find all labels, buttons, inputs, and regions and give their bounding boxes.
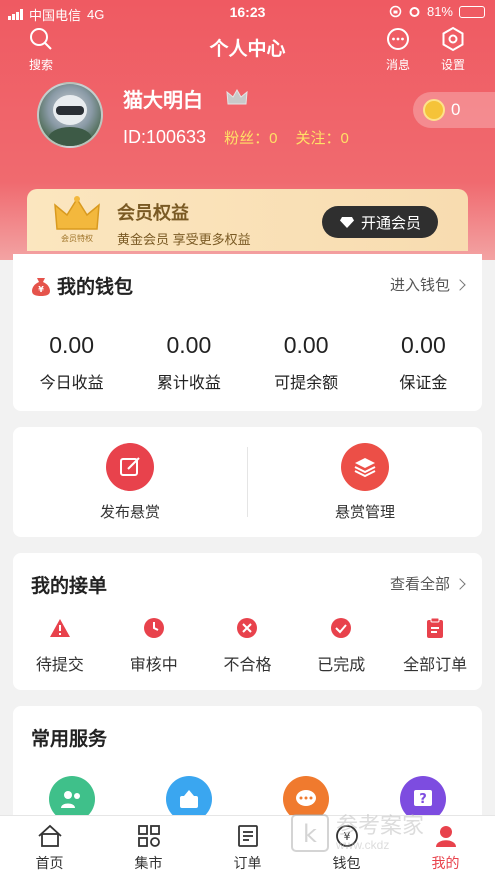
wallet-stat-today[interactable]: 0.00 今日收益 bbox=[13, 332, 130, 393]
wallet-stat-withdrawable[interactable]: 0.00 可提余额 bbox=[248, 332, 365, 393]
gear-icon bbox=[442, 26, 464, 52]
coin-balance: 0 bbox=[451, 100, 461, 119]
message-label: 消息 bbox=[385, 58, 410, 72]
profile-summary: 猫大明白 ID:100633 粉丝： 0 关注： 0 0 bbox=[0, 82, 495, 162]
publish-bounty-button[interactable]: 发布悬赏 bbox=[13, 427, 247, 537]
avatar-image bbox=[48, 95, 92, 146]
order-status-pending[interactable]: 待提交 bbox=[13, 615, 107, 675]
warning-icon bbox=[47, 615, 73, 641]
coin-icon bbox=[423, 99, 445, 121]
wallet-label: 可提余额 bbox=[274, 375, 339, 392]
order-icon bbox=[237, 825, 258, 847]
services-title: 常用服务 bbox=[31, 729, 108, 750]
layers-icon bbox=[341, 442, 389, 491]
manage-bounty-label: 悬赏管理 bbox=[334, 503, 395, 521]
message-icon bbox=[387, 28, 409, 50]
chevron-right-icon bbox=[454, 278, 466, 291]
wallet-label: 今日收益 bbox=[39, 375, 104, 392]
market-icon bbox=[137, 825, 160, 847]
follow-label[interactable]: 关注： bbox=[295, 127, 340, 148]
enter-wallet-label: 进入钱包 bbox=[389, 277, 450, 294]
svg-text:¥: ¥ bbox=[38, 285, 44, 294]
bounty-card: 发布悬赏 悬赏管理 bbox=[13, 427, 482, 537]
watermark-text: 参考案家 bbox=[336, 813, 425, 839]
alarm-icon bbox=[409, 7, 420, 17]
wallet-title-text: 我的钱包 bbox=[57, 277, 134, 298]
battery-icon bbox=[459, 5, 485, 18]
tab-label: 首页 bbox=[35, 855, 64, 871]
order-status-reviewing[interactable]: 审核中 bbox=[107, 615, 201, 675]
view-all-label: 查看全部 bbox=[389, 576, 450, 593]
money-bag-icon: ¥ bbox=[32, 277, 50, 296]
vip-title: 会员权益 bbox=[117, 203, 189, 223]
publish-bounty-label: 发布悬赏 bbox=[99, 503, 160, 521]
wallet-value: 0.00 bbox=[166, 332, 212, 358]
wallet-value: 0.00 bbox=[49, 332, 94, 358]
vip-badge-text: 会员特权 bbox=[61, 233, 93, 243]
top-bar: 搜索 个人中心 消息 设置 bbox=[0, 26, 495, 76]
diamond-icon bbox=[339, 216, 354, 228]
order-status-row: 待提交 审核中 不合格 已完成 全部订单 bbox=[13, 615, 482, 675]
nickname: 猫大明白 bbox=[123, 90, 203, 112]
wallet-label: 累计收益 bbox=[156, 375, 221, 392]
order-status-label: 已完成 bbox=[317, 657, 366, 674]
fans-count: 0 bbox=[269, 130, 278, 147]
message-button[interactable]: 消息 bbox=[373, 26, 423, 73]
settings-button[interactable]: 设置 bbox=[428, 26, 478, 73]
tab-label: 集市 bbox=[134, 855, 163, 871]
enter-wallet-link[interactable]: 进入钱包 bbox=[389, 274, 466, 295]
vip-subtitle: 黄金会员 享受更多权益 bbox=[117, 232, 251, 247]
fans-label[interactable]: 粉丝： bbox=[224, 127, 269, 148]
wallet-stats: 0.00 今日收益 0.00 累计收益 0.00 可提余额 0.00 保证金 bbox=[13, 332, 482, 393]
wallet-stat-total[interactable]: 0.00 累计收益 bbox=[130, 332, 247, 393]
my-orders-card: 我的接单 查看全部 待提交 审核中 不合格 已完成 全部订单 bbox=[13, 553, 482, 690]
wallet-stat-deposit[interactable]: 0.00 保证金 bbox=[365, 332, 482, 393]
orders-title: 我的接单 bbox=[31, 576, 108, 597]
coin-balance-pill[interactable]: 0 bbox=[413, 92, 495, 128]
battery-percent: 81% bbox=[426, 4, 453, 19]
check-circle-icon bbox=[328, 615, 354, 641]
order-status-label: 待提交 bbox=[35, 657, 84, 674]
x-circle-icon bbox=[234, 615, 260, 641]
settings-label: 设置 bbox=[440, 58, 465, 72]
order-status-done[interactable]: 已完成 bbox=[294, 615, 388, 675]
watermark-url: www.ckdz bbox=[336, 837, 390, 852]
vip-level-icon bbox=[226, 88, 248, 105]
order-status-label: 全部订单 bbox=[403, 657, 468, 674]
clock-icon bbox=[141, 615, 167, 641]
user-id: ID:100633 bbox=[123, 127, 207, 147]
watermark-logo: k bbox=[291, 814, 329, 852]
order-status-label: 审核中 bbox=[129, 657, 178, 674]
vip-banner[interactable]: 会员特权 会员权益 黄金会员 享受更多权益 开通会员 bbox=[27, 189, 468, 251]
follow-count: 0 bbox=[340, 130, 349, 147]
vip-crown-icon: 会员特权 bbox=[54, 196, 100, 243]
tab-label: 订单 bbox=[233, 855, 262, 871]
tab-market[interactable]: 集市 bbox=[99, 816, 198, 881]
edit-icon bbox=[106, 442, 154, 491]
wallet-value: 0.00 bbox=[283, 332, 329, 358]
avatar[interactable] bbox=[37, 82, 103, 148]
view-all-orders-link[interactable]: 查看全部 bbox=[389, 573, 466, 594]
wallet-label: 保证金 bbox=[399, 375, 448, 392]
wallet-value: 0.00 bbox=[400, 332, 446, 358]
wallet-title: ¥ 我的钱包 bbox=[31, 272, 133, 299]
status-bar: 中国电信 4G 16:23 81% bbox=[0, 0, 495, 26]
clipboard-icon bbox=[422, 615, 448, 641]
user-stats: ID:100633 粉丝： 0 关注： 0 bbox=[123, 127, 349, 148]
watermark: k 参考案家 www.ckdz bbox=[290, 808, 495, 858]
order-status-label: 不合格 bbox=[223, 657, 272, 674]
svg-text:?: ? bbox=[420, 792, 428, 807]
open-vip-button[interactable]: 开通会员 bbox=[322, 206, 438, 238]
order-status-all[interactable]: 全部订单 bbox=[388, 615, 482, 675]
wallet-card: ¥ 我的钱包 进入钱包 0.00 今日收益 0.00 累计收益 0.00 可提余额 0… bbox=[13, 254, 482, 411]
tab-orders[interactable]: 订单 bbox=[198, 816, 297, 881]
open-vip-label: 开通会员 bbox=[360, 214, 421, 232]
lock-rotation-icon bbox=[389, 5, 402, 18]
chevron-right-icon bbox=[454, 577, 466, 590]
svg-text:k: k bbox=[303, 820, 317, 848]
home-icon bbox=[37, 824, 62, 847]
tab-home[interactable]: 首页 bbox=[0, 816, 99, 881]
order-status-failed[interactable]: 不合格 bbox=[201, 615, 295, 675]
manage-bounty-button[interactable]: 悬赏管理 bbox=[248, 427, 482, 537]
